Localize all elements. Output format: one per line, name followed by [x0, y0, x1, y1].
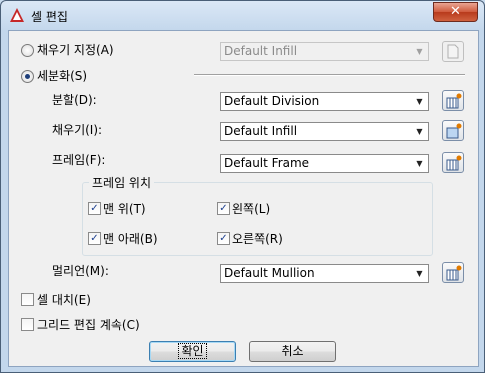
document-icon [447, 44, 459, 59]
fill-assign-browse-button [442, 41, 464, 62]
fill-assign-label: 채우기 지정(A) [37, 43, 114, 57]
close-button[interactable]: ✕ [433, 2, 478, 22]
cancel-button-label: 취소 [281, 344, 304, 358]
frame-left-checkbox[interactable]: ✓ [217, 202, 230, 215]
chevron-down-icon: ▼ [416, 159, 423, 168]
division-style-button[interactable] [442, 90, 464, 111]
division-select[interactable]: Default Division ▼ [220, 92, 429, 111]
continue-grid-edit-label: 그리드 편집 계속(C) [37, 318, 140, 332]
continue-grid-edit-checkbox[interactable] [21, 318, 34, 331]
infill-value: Default Infill [224, 124, 298, 138]
window-title: 셀 편집 [31, 10, 68, 24]
style-browse-icon [446, 123, 462, 139]
style-browse-icon [446, 93, 462, 109]
ok-button-label: 확인 [178, 343, 207, 359]
cell-replace-checkbox[interactable] [21, 293, 34, 306]
frame-top-label: 맨 위(T) [103, 202, 146, 216]
frame-select[interactable]: Default Frame ▼ [220, 154, 429, 173]
subdivide-radio[interactable] [21, 70, 34, 83]
autocad-icon [10, 8, 24, 22]
frame-right-checkbox[interactable]: ✓ [217, 232, 230, 245]
fill-assign-select: Default Infill ▼ [220, 42, 429, 61]
infill-select[interactable]: Default Infill ▼ [220, 122, 429, 141]
chevron-down-icon: ▼ [416, 47, 423, 56]
mullion-label: 멀리언(M): [52, 264, 109, 278]
frame-top-checkbox[interactable]: ✓ [88, 202, 101, 215]
chevron-down-icon: ▼ [416, 269, 423, 278]
style-browse-icon [446, 265, 462, 281]
dialog-window: 셀 편집 ✕ 채우기 지정(A) Default Infill ▼ 세분화(S)… [0, 0, 485, 373]
cancel-button[interactable]: 취소 [249, 341, 336, 362]
infill-style-button[interactable] [442, 120, 464, 141]
cell-replace-label: 셀 대치(E) [37, 293, 91, 307]
style-browse-icon [446, 155, 462, 171]
separator [194, 74, 465, 76]
chevron-down-icon: ▼ [416, 127, 423, 136]
mullion-style-button[interactable] [442, 262, 464, 283]
frame-bottom-checkbox[interactable]: ✓ [88, 232, 101, 245]
frame-right-label: 오른쪽(R) [232, 232, 283, 246]
close-icon: ✕ [450, 4, 461, 19]
title-bar[interactable]: 셀 편집 ✕ [1, 1, 484, 29]
frame-left-label: 왼쪽(L) [232, 202, 271, 216]
mullion-select[interactable]: Default Mullion ▼ [220, 264, 429, 283]
subdivide-label: 세분화(S) [37, 69, 88, 83]
mullion-value: Default Mullion [224, 266, 315, 280]
frame-position-title: 프레임 위치 [89, 174, 155, 191]
division-label: 분할(D): [52, 93, 97, 107]
dialog-body: 채우기 지정(A) Default Infill ▼ 세분화(S) 분할(D):… [8, 30, 479, 367]
frame-bottom-label: 맨 아래(B) [103, 232, 158, 246]
frame-style-button[interactable] [442, 152, 464, 173]
infill-label: 채우기(I): [52, 123, 103, 137]
ok-button[interactable]: 확인 [149, 341, 236, 362]
frame-label: 프레임(F): [52, 153, 106, 167]
fill-assign-value: Default Infill [224, 44, 298, 58]
fill-assign-radio[interactable] [21, 44, 34, 57]
division-value: Default Division [224, 94, 320, 108]
frame-value: Default Frame [224, 156, 310, 170]
chevron-down-icon: ▼ [416, 97, 423, 106]
